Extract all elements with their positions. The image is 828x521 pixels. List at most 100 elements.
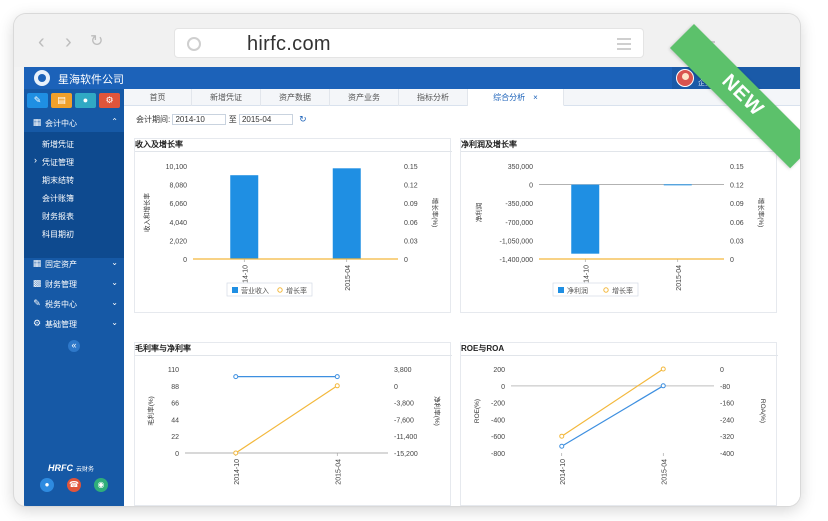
y-tick-label: -800 — [491, 451, 505, 458]
phone-icon[interactable]: ☎ — [67, 478, 81, 492]
y2-tick-label: -400 — [720, 451, 734, 458]
x-tick-label: 2014-10 — [234, 459, 241, 485]
avatar[interactable] — [676, 69, 694, 87]
y2-tick-label: 0.03 — [730, 238, 744, 245]
address-bar[interactable]: hirfc.com — [174, 28, 644, 58]
settings-icon[interactable]: ⚙ — [99, 93, 120, 108]
y-tick-label: 0 — [529, 183, 533, 190]
y-tick-label: 66 — [171, 401, 179, 408]
submenu-label: 新增凭证 — [42, 140, 74, 149]
document-icon[interactable]: ▤ — [51, 93, 72, 108]
y-tick-label: 350,000 — [508, 164, 533, 171]
brand-logo: HRFC 云财务 — [48, 463, 94, 473]
y-axis-label: 毛利率(%) — [146, 396, 155, 426]
y-tick-label: 8,080 — [169, 183, 187, 190]
card-roe-roa: ROE与ROA 200 0 -200 -400 -600 -800 0 -80 -160 -240… — [460, 342, 778, 506]
gear-icon: ⚙ — [32, 318, 42, 328]
series-point — [559, 443, 565, 449]
y-tick-label: 4,040 — [169, 220, 187, 227]
legend-label: 增长率 — [286, 286, 307, 295]
y2-axis-label: 增长率(%) — [431, 198, 440, 228]
collapse-sidebar-icon[interactable]: « — [68, 340, 80, 352]
tab-label: 新增凭证 — [210, 93, 242, 102]
submenu-item-opening-balance[interactable]: 科目期初 — [24, 224, 124, 242]
y-tick-label: -1,050,000 — [500, 238, 534, 245]
y2-tick-label: 0.09 — [730, 201, 744, 208]
sidebar-item-tax[interactable]: ✎ 税务中心 ⌄ — [24, 294, 124, 313]
pencil-icon[interactable]: ✎ — [27, 93, 48, 108]
back-icon[interactable]: ‹ — [38, 32, 45, 52]
company-logo-icon — [34, 70, 50, 86]
card-title: ROE与ROA — [461, 344, 505, 353]
period-to-input[interactable]: 2015-04 — [238, 114, 293, 126]
tab-new-voucher[interactable]: 新增凭证 — [192, 89, 261, 106]
y2-tick-label: 0 — [730, 257, 734, 264]
y-tick-label: 200 — [493, 367, 505, 374]
sidebar-item-label: 财务管理 — [45, 280, 77, 289]
legend-bar-swatch — [232, 287, 238, 293]
tab-asset-business[interactable]: 资产业务 — [330, 89, 399, 106]
submenu-item-period-closing[interactable]: 期末结转 — [24, 170, 124, 188]
submenu-item-financial-report[interactable]: 财务报表 — [24, 206, 124, 224]
period-filter: 会计期间: 2014-10 至 2015-04 ↻ — [136, 114, 307, 126]
quick-toolbar: ✎ ▤ ● ⚙ — [27, 93, 123, 109]
reload-icon[interactable]: ↻ — [90, 33, 103, 51]
menu-icon[interactable] — [617, 38, 631, 50]
bar-chart-icon: ▩ — [32, 278, 42, 288]
notification-icon[interactable]: ● — [40, 478, 54, 492]
tab-asset-data[interactable]: 资产数据 — [261, 89, 330, 106]
url-text: hirfc.com — [247, 33, 331, 55]
period-from-input[interactable]: 2014-10 — [172, 114, 227, 126]
y2-tick-label: -15,200 — [394, 451, 418, 458]
legend-label: 增长率 — [612, 286, 633, 295]
tab-home[interactable]: 首页 — [124, 89, 192, 106]
legend-line-swatch — [603, 287, 609, 293]
sidebar-item-finance[interactable]: ▩ 财务管理 ⌄ — [24, 274, 124, 293]
y2-tick-label: 0.03 — [404, 238, 418, 245]
y-tick-label: -600 — [491, 434, 505, 441]
tab-comprehensive-analysis[interactable]: 综合分析 × — [468, 89, 564, 106]
submenu-item-ledger[interactable]: 会计账簿 — [24, 188, 124, 206]
series-point — [233, 374, 239, 380]
forward-icon[interactable]: › — [65, 32, 72, 52]
submenu-label: 财务报表 — [42, 212, 74, 221]
y-tick-label: 6,060 — [169, 201, 187, 208]
sidebar: ✎ ▤ ● ⚙ ▦ 会计中心 ⌃ 新增凭证 凭证管理 期末结转 会计账簿 财务报… — [24, 89, 124, 506]
tab-label: 资产数据 — [279, 93, 311, 102]
legend-line-swatch — [277, 287, 283, 293]
y2-tick-label: 0 — [720, 367, 724, 374]
y2-tick-label: 0.09 — [404, 201, 418, 208]
submenu-item-new-voucher[interactable]: 新增凭证 — [24, 134, 124, 152]
divider — [461, 355, 778, 356]
bar — [571, 184, 600, 254]
y-tick-label: 44 — [171, 417, 179, 424]
tab-indicator-analysis[interactable]: 指标分析 — [399, 89, 468, 106]
card-gross-net-margin: 毛利率与净利率 110 88 66 44 22 0 3,800 0 -3,800 -7,600 -1… — [134, 342, 452, 506]
company-name: 星海软件公司 — [58, 74, 124, 86]
y2-tick-label: -240 — [720, 417, 734, 424]
sidebar-item-accounting[interactable]: ▦ 会计中心 ⌃ — [24, 113, 124, 132]
chat-icon[interactable]: ◉ — [94, 478, 108, 492]
y2-tick-label: -160 — [720, 401, 734, 408]
submenu-item-voucher-management[interactable]: 凭证管理 — [24, 152, 124, 170]
period-label: 会计期间: — [136, 115, 171, 124]
series-point — [233, 450, 239, 456]
series-point — [334, 383, 340, 389]
y2-tick-label: 0 — [394, 384, 398, 391]
browser-window: ‹ › ↻ hirfc.com 星海软件公司 test 企业管理员 ✎ ▤ ● … — [14, 14, 800, 506]
net-profit-growth-chart: 350,000 0 -350,000 -700,000 -1,050,000 -1,400… — [474, 164, 766, 297]
refresh-icon[interactable]: ↻ — [299, 114, 307, 124]
close-tab-icon[interactable]: × — [533, 93, 538, 102]
tab-label: 资产业务 — [348, 93, 380, 102]
x-tick-label: 2015-04 — [345, 265, 352, 291]
y2-tick-label: 0.06 — [730, 220, 744, 227]
revenue-growth-chart: 10,100 8,080 6,060 4,040 2,020 0 0.15 0.12 0.09 0… — [142, 164, 440, 297]
sidebar-item-basic-management[interactable]: ⚙ 基础管理 ⌄ — [24, 314, 124, 333]
y-tick-label: 10,100 — [166, 164, 188, 171]
y2-tick-label: -7,600 — [394, 417, 414, 424]
car-icon[interactable]: ● — [75, 93, 96, 108]
brand-subtitle: 云财务 — [76, 467, 95, 473]
card-title: 毛利率与净利率 — [135, 344, 191, 353]
y-tick-label: 0 — [175, 451, 179, 458]
sidebar-item-fixed-assets[interactable]: ▦ 固定资产 ⌄ — [24, 254, 124, 273]
